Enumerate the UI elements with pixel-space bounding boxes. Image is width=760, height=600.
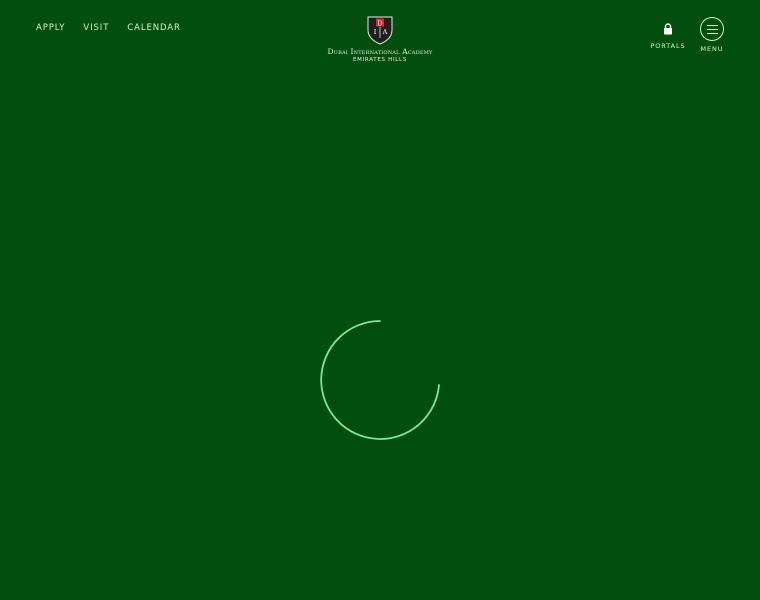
portals-label: PORTALS <box>650 42 686 50</box>
logo-subtitle: EMIRATES HILLS <box>352 57 408 63</box>
menu-label: MENU <box>700 45 724 53</box>
lock-icon <box>664 23 672 35</box>
loading-spinner-icon <box>320 320 440 440</box>
nav-apply-link[interactable]: APPLY <box>36 23 65 33</box>
top-nav: APPLY VISIT CALENDAR <box>36 23 181 33</box>
logo-name: Dubai International Academy <box>327 47 433 56</box>
page: APPLY VISIT CALENDAR D I A Dubai Interna… <box>0 0 760 600</box>
nav-visit-link[interactable]: VISIT <box>83 23 109 33</box>
nav-calendar-link[interactable]: CALENDAR <box>127 23 181 33</box>
crest-letter-d: D <box>377 19 382 27</box>
crest-icon: D I A <box>367 16 393 45</box>
crest-letter-a: A <box>382 28 388 36</box>
hamburger-icon <box>700 17 724 41</box>
crest-letter-i: I <box>374 28 377 36</box>
school-logo[interactable]: D I A Dubai International Academy EMIRAT… <box>300 16 460 63</box>
menu-button[interactable]: MENU <box>696 17 728 53</box>
portals-button[interactable]: PORTALS <box>648 23 688 50</box>
